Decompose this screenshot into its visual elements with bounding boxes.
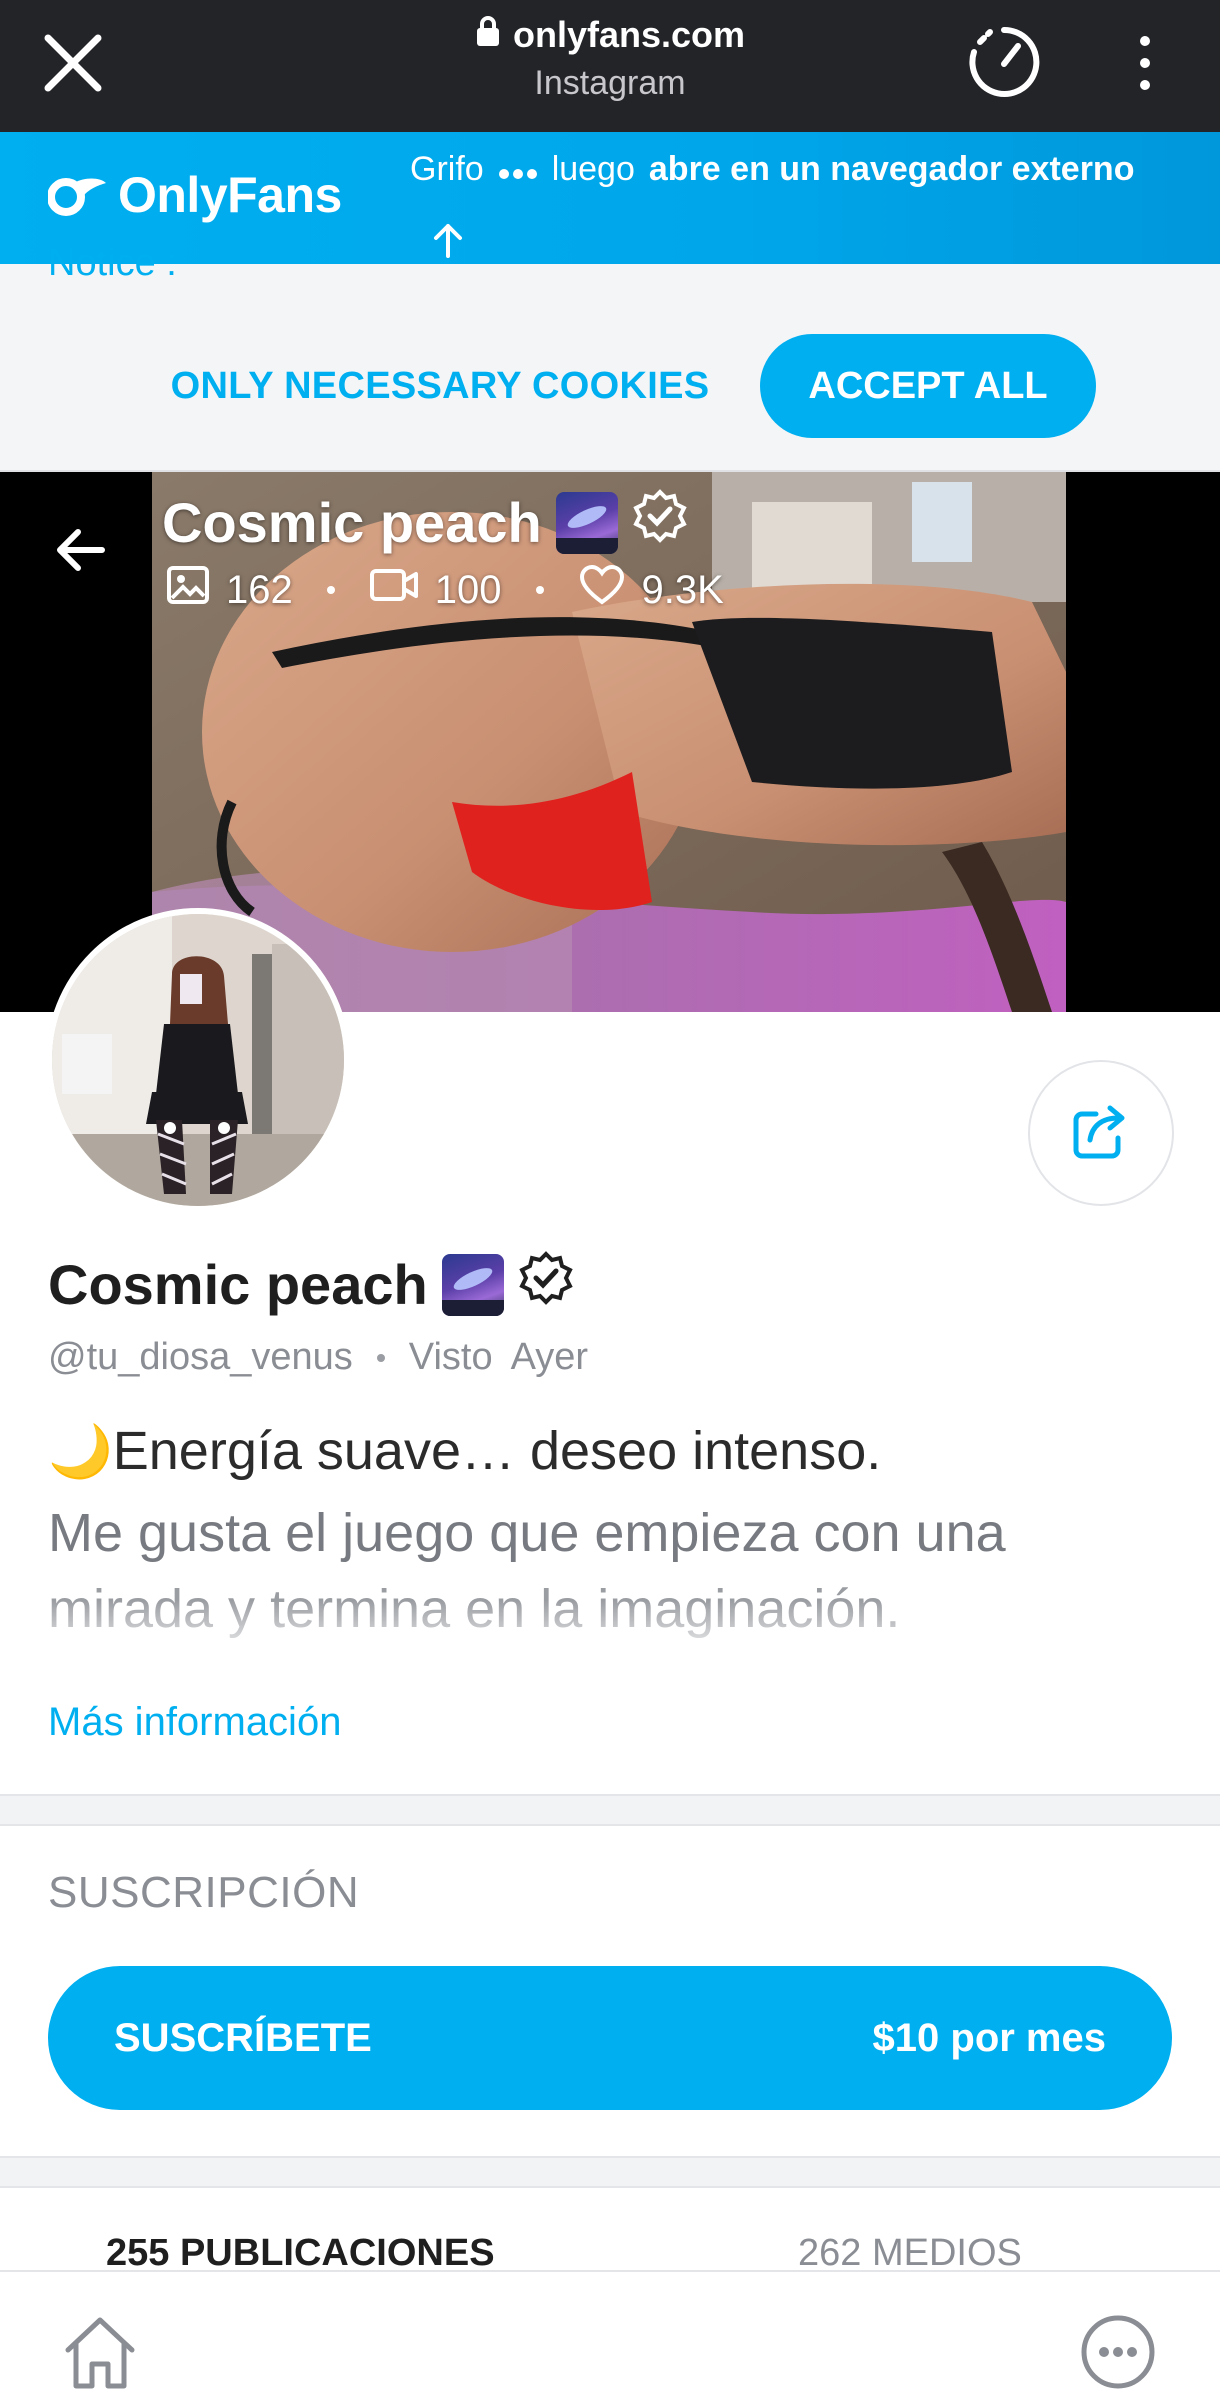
brand-name: OnlyFans — [118, 167, 342, 223]
image-icon — [166, 565, 210, 615]
more-options-icon[interactable] — [1130, 28, 1160, 98]
home-icon[interactable] — [60, 2312, 140, 2392]
cover-profile-name: Cosmic peach — [162, 488, 688, 557]
seen-value: Ayer — [510, 1336, 589, 1378]
ellipsis-icon — [498, 150, 538, 189]
bio-fade-overlay — [0, 1600, 1220, 1680]
arrow-up-icon — [430, 220, 466, 260]
moon-emoji: 🌙 — [48, 1422, 113, 1481]
photos-count: 162 — [226, 567, 293, 612]
hint-middle: luego — [551, 150, 635, 188]
avatar[interactable] — [46, 908, 350, 1212]
seen-label: Visto — [408, 1336, 493, 1378]
separator-dot — [376, 1353, 385, 1362]
onlyfans-logo[interactable]: OnlyFans — [48, 166, 342, 224]
section-divider — [0, 2156, 1220, 2188]
verified-badge-icon — [518, 1250, 574, 1319]
profile-name: Cosmic peach — [48, 1250, 574, 1319]
profile-name-text: Cosmic peach — [48, 1253, 428, 1316]
bio-text-1: Energía suave… deseo intenso. — [112, 1421, 882, 1481]
subscribe-label: SUSCRÍBETE — [114, 2015, 372, 2060]
video-icon — [369, 565, 419, 615]
back-arrow-icon[interactable] — [50, 520, 110, 580]
subscribe-price: $10 por mes — [872, 2015, 1106, 2060]
profile-handle: @tu_diosa_venus — [48, 1336, 353, 1378]
url-domain: onlyfans.com — [512, 14, 746, 55]
subscribe-button[interactable]: SUSCRÍBETE $10 por mes — [48, 1966, 1172, 2110]
only-necessary-cookies-button[interactable]: ONLY NECESSARY COOKIES — [160, 334, 720, 438]
likes-count: 9.3K — [641, 567, 724, 612]
profile-handle-line: @tu_diosa_venus Visto Ayer — [48, 1336, 588, 1379]
share-button[interactable] — [1028, 1060, 1174, 1206]
hint-bold: abre en un navegador externo — [648, 150, 1135, 188]
lock-icon — [475, 14, 501, 56]
share-icon — [1070, 1100, 1132, 1167]
cover-name-text: Cosmic peach — [162, 491, 542, 554]
galaxy-emoji-icon — [555, 491, 618, 554]
verified-badge-icon — [632, 488, 688, 557]
bio-line-2: Me gusta el juego que empieza con una — [48, 1503, 1006, 1563]
speedometer-icon[interactable] — [966, 24, 1042, 100]
videos-count: 100 — [434, 567, 502, 612]
more-info-link[interactable]: Más información — [48, 1700, 341, 1745]
section-divider — [0, 1794, 1220, 1826]
onlyfans-logo-icon — [48, 178, 106, 216]
galaxy-emoji-icon — [441, 1253, 504, 1316]
subscription-title: SUSCRIPCIÓN — [48, 1868, 360, 1917]
open-external-hint: Grifo luego abre en un navegador externo — [410, 150, 1134, 189]
tab-posts[interactable]: 255 PUBLICACIONES — [106, 2232, 495, 2275]
cookie-notice-label: Notice : — [48, 242, 177, 284]
more-menu-icon[interactable] — [1080, 2314, 1156, 2390]
heart-icon — [578, 564, 626, 616]
accept-all-cookies-button[interactable]: ACCEPT ALL — [760, 334, 1096, 438]
stats-separator — [326, 586, 335, 594]
stats-separator — [535, 586, 544, 594]
hint-prefix: Grifo — [410, 150, 484, 188]
bio-line-1: 🌙 Energía suave… deseo intenso. — [48, 1420, 881, 1482]
bottom-navigation — [0, 2270, 1220, 2398]
cover-stats: 162 100 9.3K — [166, 564, 724, 616]
tab-media[interactable]: 262 MEDIOS — [798, 2232, 1022, 2275]
